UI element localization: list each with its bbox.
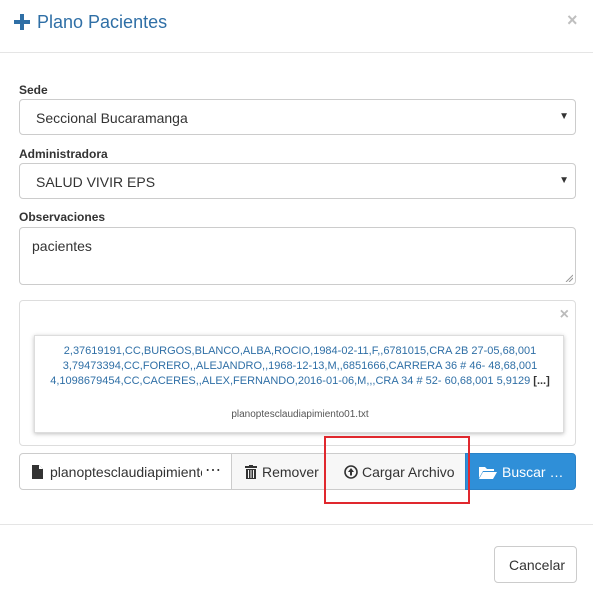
file-preview: 2,37619191,CC,BURGOS,BLANCO,ALBA,ROCIO,1… xyxy=(34,335,564,433)
close-icon[interactable]: × xyxy=(567,10,578,31)
preview-more: [...] xyxy=(533,375,550,387)
sede-label: Sede xyxy=(19,83,48,97)
plano-pacientes-modal: Plano Pacientes × Sede Seccional Bucaram… xyxy=(0,0,593,611)
sede-select[interactable]: Seccional Bucaramanga ▼ xyxy=(19,99,576,135)
preview-line: 3,79473394,CC,FORERO,,ALEJANDRO,,1968-12… xyxy=(62,360,538,372)
file-drop-zone[interactable]: × 2,37619191,CC,BURGOS,BLANCO,ALBA,ROCIO… xyxy=(19,300,576,446)
resize-grip-icon[interactable] xyxy=(565,274,573,282)
observaciones-label: Observaciones xyxy=(19,210,106,224)
modal-title: Plano Pacientes xyxy=(37,12,168,32)
remove-button[interactable]: Remover xyxy=(231,453,326,490)
caret-down-icon: ▼ xyxy=(559,175,569,186)
file-caption-name: planoptesclaudiapimiento01.txt xyxy=(50,464,202,480)
file-caption: planoptesclaudiapimiento01.txt ⋯ xyxy=(19,453,232,490)
file-preview-text: 2,37619191,CC,BURGOS,BLANCO,ALBA,ROCIO,1… xyxy=(35,344,565,389)
ellipsis-icon: ⋯ xyxy=(205,462,222,479)
trash-icon xyxy=(245,465,257,479)
file-icon xyxy=(32,465,43,479)
preview-line: 4,1098679454,CC,CACERES,,ALEX,FERNANDO,2… xyxy=(35,374,565,389)
preview-line-text: 4,1098679454,CC,CACERES,,ALEX,FERNANDO,2… xyxy=(50,375,531,387)
browse-button[interactable]: Buscar … xyxy=(465,453,576,490)
administradora-select[interactable]: SALUD VIVIR EPS ▼ xyxy=(19,163,576,199)
cancel-button[interactable]: Cancelar xyxy=(494,546,577,583)
remove-button-label: Remover xyxy=(262,464,319,480)
folder-open-icon xyxy=(479,467,497,479)
preview-line: 2,37619191,CC,BURGOS,BLANCO,ALBA,ROCIO,1… xyxy=(63,345,537,357)
browse-button-label: Buscar … xyxy=(502,464,564,480)
modal-header: Plano Pacientes × xyxy=(0,0,593,53)
administradora-value: SALUD VIVIR EPS xyxy=(36,174,156,190)
plus-icon xyxy=(14,14,30,30)
cancel-button-label: Cancelar xyxy=(509,557,566,573)
footer-divider xyxy=(0,524,593,525)
file-input-bar: planoptesclaudiapimiento01.txt ⋯ Remover… xyxy=(19,453,576,490)
preview-filename: planoptesclaudiapimiento01.txt xyxy=(231,409,369,420)
observaciones-textarea[interactable]: pacientes xyxy=(19,227,576,285)
administradora-label: Administradora xyxy=(19,147,108,161)
observaciones-value: pacientes xyxy=(32,238,92,254)
close-icon[interactable]: × xyxy=(560,306,569,324)
sede-value: Seccional Bucaramanga xyxy=(36,110,188,126)
caret-down-icon: ▼ xyxy=(559,111,569,122)
highlight-box xyxy=(324,436,470,504)
